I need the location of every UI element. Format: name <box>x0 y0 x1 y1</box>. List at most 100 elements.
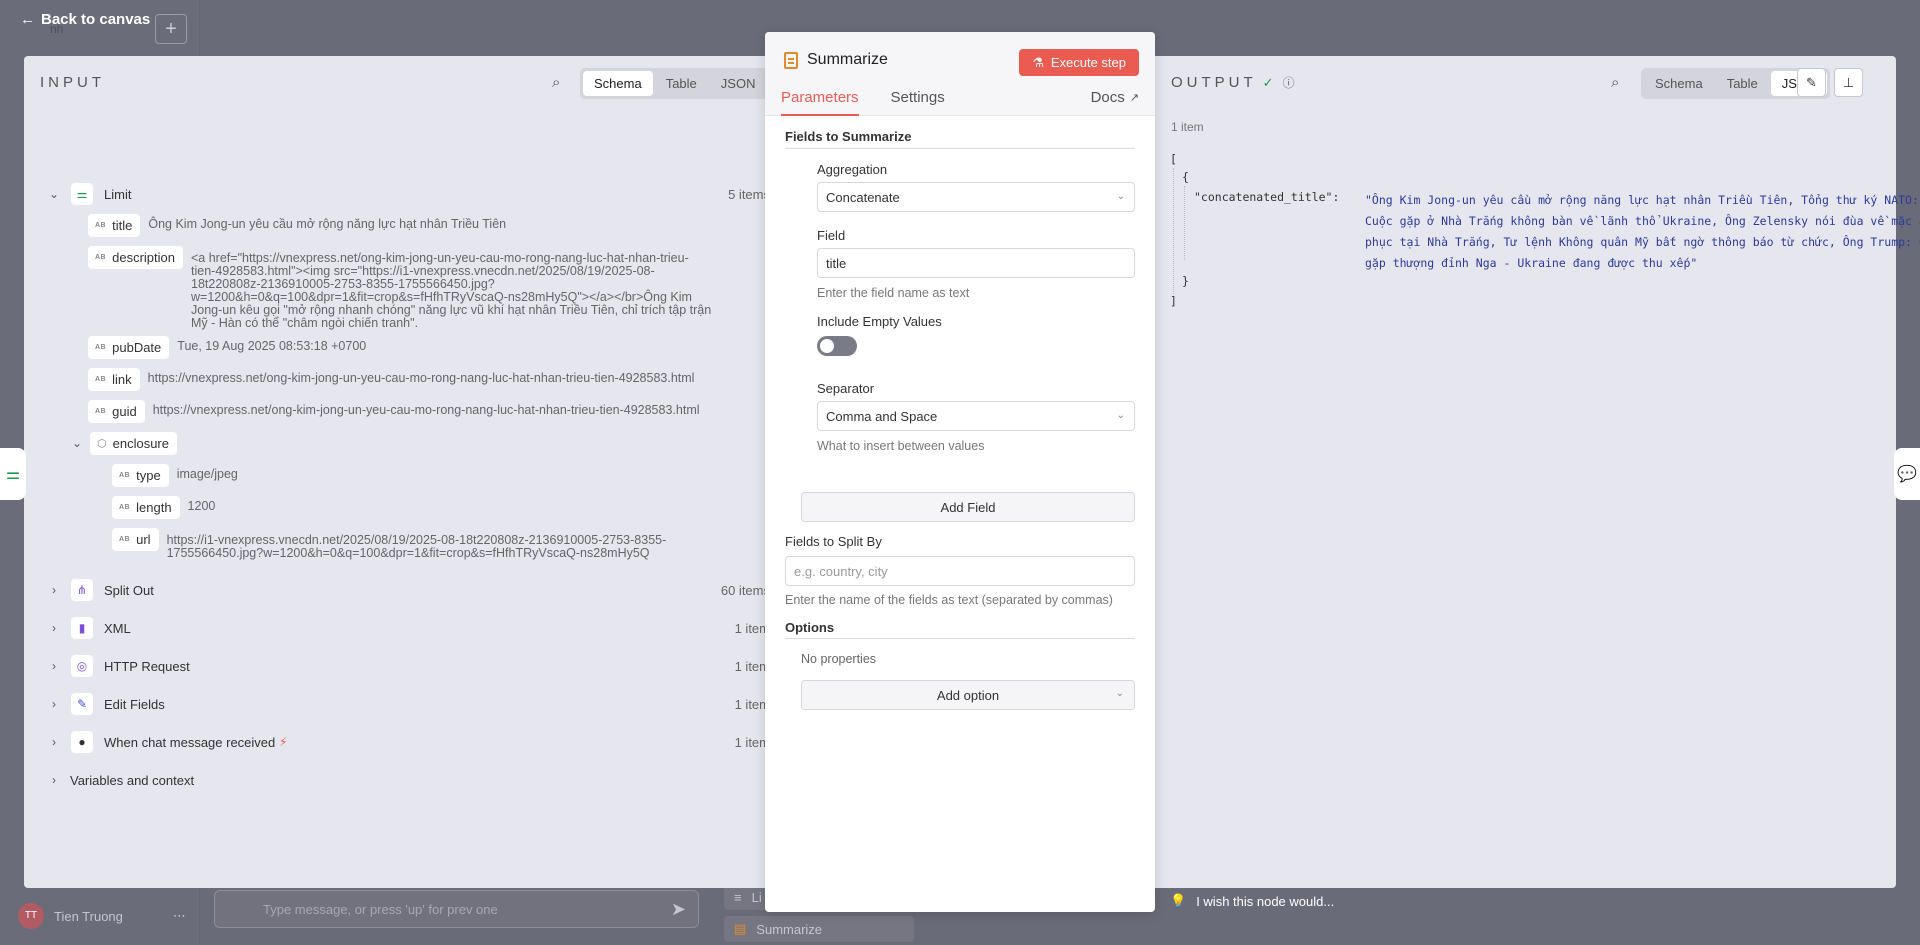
search-icon[interactable]: ⌕ <box>552 74 560 91</box>
chevron-down-icon: ⌄ <box>1116 410 1125 421</box>
schema-field-guid[interactable]: AB guid https://vnexpress.net/ong-kim-jon… <box>88 400 700 423</box>
input-view-schema[interactable]: Schema <box>583 71 653 96</box>
split-icon: ⋔ <box>71 579 93 601</box>
json-value-line: "Ông Kim Jong-un yêu cầu mở rộng năng lự… <box>1365 193 1919 207</box>
arrow-left-icon: ← <box>20 11 35 28</box>
tree-node-limit[interactable]: ⌄ ⚌ Limit 5 items <box>24 182 774 206</box>
schema-field-pubdate[interactable]: AB pubDate Tue, 19 Aug 2025 08:53:18 +070… <box>88 336 366 359</box>
field-chip[interactable]: AB pubDate <box>88 336 170 359</box>
include-empty-toggle[interactable] <box>817 336 857 356</box>
tab-parameters[interactable]: Parameters <box>781 89 859 116</box>
background-node-item: ▤ Summarize <box>724 916 914 942</box>
docs-link[interactable]: Docs ↗ <box>1091 89 1139 106</box>
back-to-canvas-button[interactable]: ← Back to canvas <box>20 11 150 28</box>
background-node-label: Summarize <box>756 921 823 937</box>
field-chip[interactable]: ⬡ enclosure <box>90 432 177 455</box>
edit-output-button[interactable]: ✎ <box>1797 68 1826 97</box>
options-title: Options <box>785 620 835 635</box>
tree-node-xml[interactable]: › ▮ XML 1 item <box>24 616 774 640</box>
chevron-right-icon[interactable]: › <box>48 773 60 787</box>
field-chip[interactable]: AB link <box>88 368 140 391</box>
chevron-right-icon[interactable]: › <box>48 583 60 597</box>
description-line: Mỹ - Hàn có thể "châm ngòi chiến tranh". <box>191 316 419 330</box>
aggregation-value: Concatenate <box>826 189 900 205</box>
add-option-button[interactable]: Add option ⌄ <box>801 680 1135 710</box>
pin-output-button[interactable]: ⊥ <box>1834 68 1863 97</box>
input-node-handle[interactable]: ⚌ <box>0 448 26 500</box>
field-value: https://vnexpress.net/ong-kim-jong-un-ye… <box>152 403 700 417</box>
node-label: Edit Fields <box>104 696 165 712</box>
json-value-line: gặp thượng đỉnh Nga - Ukraine đang được … <box>1365 256 1698 270</box>
limit-icon: ⚌ <box>5 466 21 483</box>
field-chip[interactable]: AB guid <box>88 400 145 423</box>
chat-icon: 💬 <box>1897 466 1917 483</box>
input-view-table[interactable]: Table <box>655 71 708 96</box>
tree-node-variables[interactable]: › Variables and context <box>24 768 774 792</box>
field-chip[interactable]: AB length <box>112 496 180 519</box>
include-empty-label: Include Empty Values <box>817 314 942 329</box>
background-add-button: + <box>155 14 187 44</box>
field-value: 1200 <box>187 499 216 513</box>
node-label: Variables and context <box>70 772 195 788</box>
separator-hint: What to insert between values <box>817 439 985 453</box>
schema-field-enclosure[interactable]: ⌄ ⬡ enclosure <box>72 432 177 455</box>
field-hint: Enter the field name as text <box>817 286 970 300</box>
chevron-down-icon[interactable]: ⌄ <box>72 432 90 450</box>
chat-placeholder: Type message, or press 'up' for prev one <box>263 901 498 917</box>
field-chip[interactable]: AB title <box>88 214 141 237</box>
split-by-input[interactable]: e.g. country, city <box>785 556 1135 586</box>
chevron-down-icon: ⌄ <box>1115 688 1124 699</box>
schema-field-type[interactable]: AB type image/jpeg <box>112 464 238 487</box>
info-icon[interactable]: ⓘ <box>1283 74 1295 91</box>
tab-settings[interactable]: Settings <box>891 89 945 116</box>
schema-field-title[interactable]: AB title Ông Kim Jong-un yêu cầu mở rộng … <box>88 214 506 237</box>
globe-icon: ◎ <box>71 655 93 677</box>
split-by-placeholder: e.g. country, city <box>794 563 888 579</box>
schema-field-url[interactable]: AB url https://i1-vnexpress.vnecdn.net/20… <box>112 528 666 560</box>
field-chip[interactable]: AB url <box>112 528 159 551</box>
tree-node-chat-trigger[interactable]: › ● When chat message received ⚡ 1 item <box>24 730 774 754</box>
node-label: Limit <box>104 186 132 202</box>
field-chip[interactable]: AB description <box>88 246 183 269</box>
parameters-panel: Summarize ⚗ Execute step Parameters Sett… <box>765 32 1155 912</box>
search-icon[interactable]: ⌕ <box>1611 74 1619 91</box>
output-view-schema[interactable]: Schema <box>1644 71 1714 96</box>
chevron-down-icon[interactable]: ⌄ <box>48 187 60 201</box>
input-view-json[interactable]: JSON <box>710 71 767 96</box>
output-node-handle[interactable]: 💬 <box>1894 448 1920 500</box>
json-brace: { <box>1182 170 1189 184</box>
field-name: guid <box>112 404 137 419</box>
tree-node-http-request[interactable]: › ◎ HTTP Request 1 item <box>24 654 774 678</box>
execute-step-button[interactable]: ⚗ Execute step <box>1019 49 1139 76</box>
feedback-prompt[interactable]: 💡 I wish this node would... <box>1170 893 1334 909</box>
chevron-right-icon[interactable]: › <box>48 659 60 673</box>
tree-node-edit-fields[interactable]: › ✎ Edit Fields 1 item <box>24 692 774 716</box>
field-input[interactable]: title <box>817 248 1135 278</box>
parameters-header: Summarize ⚗ Execute step Parameters Sett… <box>765 32 1155 116</box>
schema-field-link[interactable]: AB link https://vnexpress.net/ong-kim-jon… <box>88 368 694 391</box>
chevron-right-icon[interactable]: › <box>48 621 60 635</box>
field-chip[interactable]: AB type <box>112 464 169 487</box>
background-user: TT Tien Truong ⋯ <box>18 903 186 929</box>
chevron-right-icon[interactable]: › <box>48 735 60 749</box>
divider <box>785 638 1135 639</box>
json-guide <box>1173 168 1174 294</box>
json-value-line: Cuộc gặp ở Nhà Trắng không bàn về lãnh t… <box>1365 214 1920 228</box>
chevron-right-icon[interactable]: › <box>48 697 60 711</box>
field-value: https://i1-vnexpress.vnecdn.net/2025/08/… <box>167 528 667 560</box>
string-type-icon: AB <box>95 222 107 229</box>
json-value: "Ông Kim Jong-un yêu cầu mở rộng năng lự… <box>1365 190 1920 274</box>
add-field-button[interactable]: Add Field <box>801 492 1135 522</box>
node-title-text[interactable]: Summarize <box>807 51 888 69</box>
schema-field-length[interactable]: AB length 1200 <box>112 496 215 519</box>
pencil-icon: ✎ <box>1806 74 1817 90</box>
output-view-table[interactable]: Table <box>1716 71 1769 96</box>
node-label: HTTP Request <box>104 658 190 674</box>
tree-node-split-out[interactable]: › ⋔ Split Out 60 items <box>24 578 774 602</box>
string-type-icon: AB <box>119 504 131 511</box>
aggregation-select[interactable]: Concatenate ⌄ <box>817 182 1135 212</box>
lightbulb-icon: 💡 <box>1170 893 1187 908</box>
separator-select[interactable]: Comma and Space ⌄ <box>817 401 1135 431</box>
json-bracket: ] <box>1170 294 1177 308</box>
schema-field-description[interactable]: AB description <a href="https://vnexpress… <box>88 246 711 330</box>
